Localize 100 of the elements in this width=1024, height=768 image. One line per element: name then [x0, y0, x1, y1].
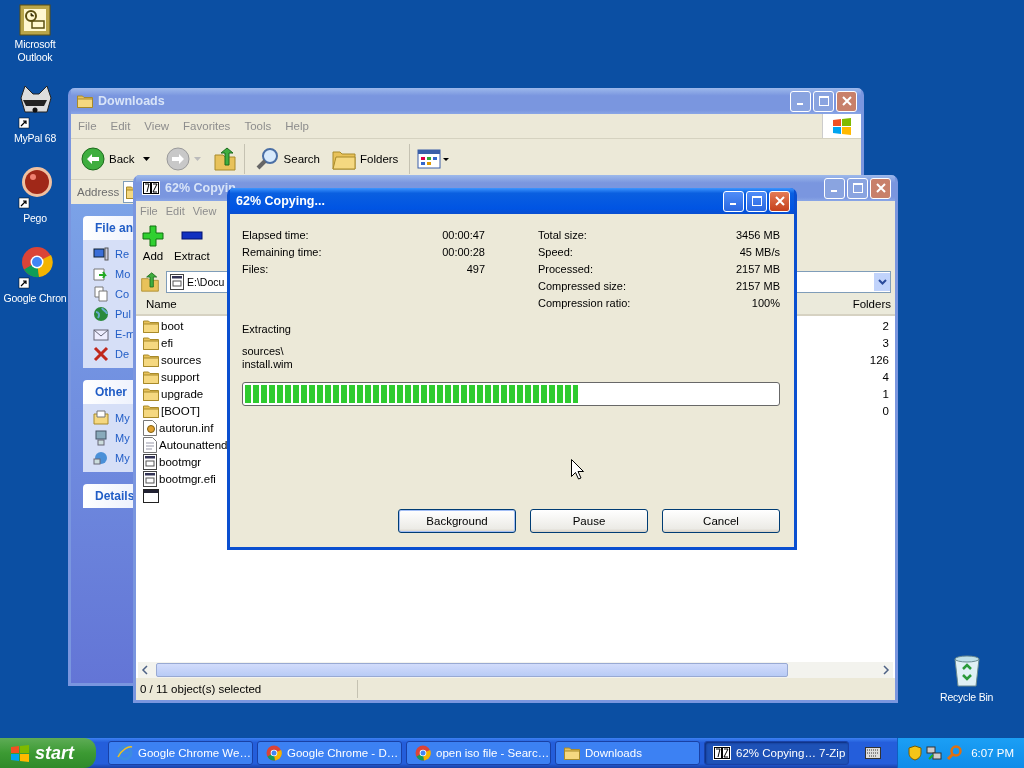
task-delete-icon — [93, 346, 109, 362]
up-folder-icon[interactable] — [212, 147, 237, 171]
ball-shortcut-icon — [17, 164, 53, 210]
chrome-icon — [415, 745, 431, 761]
minimize-button[interactable] — [723, 190, 744, 212]
desktop-icon-label[interactable]: Pego — [23, 212, 47, 225]
column-header[interactable]: Folders — [852, 298, 891, 310]
folder-count: 4 — [882, 370, 889, 383]
dialog-title: 62% Copying... — [236, 194, 326, 208]
folder-icon — [77, 94, 93, 108]
file-name[interactable]: bootmgr — [159, 455, 202, 468]
maximize-icon — [751, 196, 762, 206]
system-file-icon — [170, 274, 184, 290]
close-icon — [875, 183, 886, 193]
stat-value: 2157 MB — [735, 263, 780, 275]
stat-label: Processed: — [538, 263, 595, 275]
raccoon-shortcut-icon — [17, 84, 53, 130]
folder-icon — [143, 403, 159, 418]
folder-icon — [143, 369, 159, 384]
taskbar-button[interactable]: Downloads — [555, 741, 700, 765]
file-name[interactable]: support — [161, 370, 200, 383]
stat-value: 100% — [750, 297, 780, 309]
desktop-icon-label[interactable]: Google Chron — [3, 292, 67, 305]
file-name[interactable]: boot — [161, 319, 184, 332]
horizontal-scrollbar[interactable] — [138, 662, 893, 678]
stat-value: 45 MB/s — [738, 246, 780, 258]
views-icon[interactable] — [417, 148, 452, 170]
maximize-button[interactable] — [746, 190, 767, 212]
file-name[interactable]: [BOOT] — [161, 404, 200, 417]
task-docs-icon — [93, 410, 109, 426]
search-icon — [255, 147, 280, 171]
folder-icon — [143, 386, 159, 401]
task-publish-icon — [93, 246, 109, 262]
task-link[interactable]: Re — [115, 248, 130, 260]
keyboard-icon[interactable] — [865, 747, 881, 759]
stat-label: Compressed size: — [538, 280, 628, 292]
taskbar-button[interactable]: Google Chrome We… — [108, 741, 253, 765]
start-button[interactable]: start — [0, 738, 96, 768]
column-header[interactable]: Name — [146, 298, 177, 310]
stat-label: Files: — [242, 263, 270, 275]
taskbar-button[interactable]: Google Chrome - D… — [257, 741, 402, 765]
window-title: Downloads — [98, 94, 166, 108]
file-name[interactable]: Autounattend — [159, 438, 228, 451]
taskbar-button[interactable]: open iso file - Searc… — [406, 741, 551, 765]
close-icon — [774, 196, 785, 206]
task-link[interactable]: Pul — [115, 308, 131, 320]
address-label: Address — [77, 186, 120, 198]
close-icon — [841, 96, 852, 106]
folder-icon — [143, 318, 159, 333]
clock: 6:07 PM — [971, 747, 1014, 759]
task-link[interactable]: My — [115, 432, 130, 444]
network-icon[interactable] — [926, 745, 942, 761]
taskbar-button[interactable]: 62% Copying… 7-Zip — [704, 741, 849, 765]
extract-button[interactable]: Extract — [174, 225, 210, 262]
chrome-shortcut-icon — [17, 244, 53, 290]
folder-icon — [143, 335, 159, 350]
close-button[interactable] — [769, 190, 790, 212]
task-link[interactable]: De — [115, 348, 130, 360]
desktop-icon-label[interactable]: MyPal 68 — [13, 132, 57, 145]
archive-logo-icon — [713, 746, 731, 760]
stat-value: 3456 MB — [735, 229, 780, 241]
task-link[interactable]: Co — [115, 288, 130, 300]
stat-label: Compression ratio: — [538, 297, 632, 309]
desktop-icon-label[interactable]: Microsoft Outlook — [5, 38, 65, 64]
task-link[interactable]: My — [115, 452, 130, 464]
task-copy-icon — [93, 286, 109, 302]
task-link[interactable]: My — [115, 412, 130, 424]
task-link[interactable]: Mo — [115, 268, 131, 280]
file-name[interactable]: efi — [161, 336, 174, 349]
maximize-icon — [818, 96, 829, 106]
current-path: install.wim — [242, 358, 294, 371]
file-name[interactable]: upgrade — [161, 387, 204, 400]
file-name[interactable]: sources — [161, 353, 202, 366]
stat-label: Elapsed time: — [242, 229, 310, 241]
stat-value: 497 — [465, 263, 485, 275]
shield-icon[interactable] — [908, 745, 922, 761]
mouse-pointer-icon — [571, 459, 584, 480]
up-folder-icon[interactable] — [140, 272, 160, 292]
desktop-icon-label[interactable]: Recycle Bin — [940, 691, 994, 704]
search-button[interactable]: Search — [251, 145, 324, 173]
file-name[interactable]: autorun.inf — [159, 421, 214, 434]
windows-flag-icon — [10, 744, 30, 762]
task-network-icon — [93, 450, 109, 466]
folder-count: 0 — [882, 404, 889, 417]
dialog-button[interactable]: Background — [398, 509, 516, 533]
recycle-bin-icon — [951, 655, 982, 687]
plus-icon — [142, 225, 164, 247]
task-move-icon — [93, 266, 109, 282]
file-name[interactable]: bootmgr.efi — [159, 472, 216, 485]
archive-logo-icon — [142, 181, 160, 195]
window-file-icon — [143, 488, 159, 503]
add-button[interactable]: Add — [142, 225, 164, 262]
status-text: 0 / 11 object(s) selected — [138, 680, 358, 698]
caret-icon[interactable] — [142, 157, 150, 161]
folder-count: 1 — [882, 387, 889, 400]
back-button[interactable]: Back — [77, 145, 139, 173]
dialog-button[interactable]: Pause — [530, 509, 648, 533]
folders-button[interactable]: Folders — [328, 146, 403, 172]
dialog-button[interactable]: Cancel — [662, 509, 780, 533]
stat-value: 2157 MB — [735, 280, 780, 292]
